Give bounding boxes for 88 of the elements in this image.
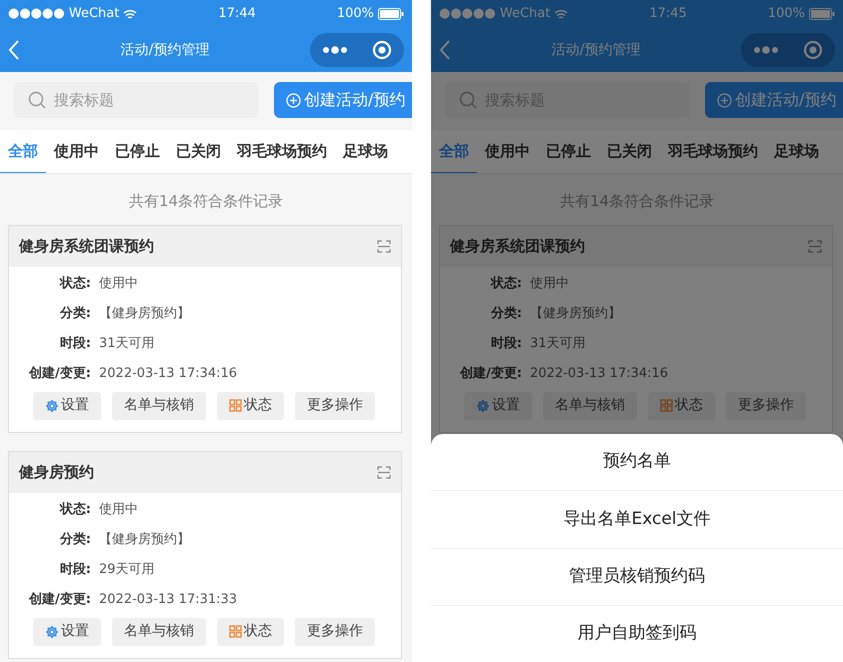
grid-icon	[660, 399, 673, 412]
field-label: 分类:	[58, 530, 92, 549]
grid-icon	[229, 399, 242, 412]
filter-tab[interactable]: 已关闭	[599, 130, 660, 173]
filter-tab[interactable]: 使用中	[46, 130, 107, 173]
expand-icon	[377, 240, 391, 252]
field-value: 31天可用	[530, 334, 586, 353]
wifi-icon	[554, 8, 568, 20]
action-button[interactable]: 名单与核销	[112, 392, 206, 420]
sheet-option[interactable]: 导出名单Excel文件	[431, 491, 843, 548]
action-button[interactable]: 设置	[464, 392, 532, 420]
action-button[interactable]: 设置	[33, 618, 101, 646]
field-label: 创建/变更:	[28, 590, 92, 609]
field-value: 29天可用	[99, 560, 155, 579]
plus-circle-icon	[286, 92, 301, 108]
filter-tab[interactable]: 足球场	[766, 130, 827, 173]
sheet-option[interactable]: 管理员核销预约码	[431, 548, 843, 606]
field-value: 【健身房预约】	[99, 530, 190, 549]
sheet-option[interactable]: 预约名单	[431, 434, 843, 492]
capsule-menu[interactable]	[741, 33, 835, 67]
field-label: 创建/变更:	[28, 364, 92, 383]
field-value: 2022-03-13 17:31:33	[99, 590, 238, 609]
back-button[interactable]	[8, 39, 20, 61]
filter-tab[interactable]: 羽毛球场预约	[660, 130, 766, 173]
field-label: 时段:	[58, 334, 92, 353]
filter-tab[interactable]: 已停止	[538, 130, 599, 173]
action-button[interactable]: 设置	[33, 392, 101, 420]
action-button[interactable]: 状态	[648, 392, 715, 420]
card-title: 健身房系统团课预约	[19, 236, 154, 257]
action-button[interactable]: 更多操作	[295, 392, 375, 420]
field-value: 使用中	[99, 274, 138, 293]
battery-icon	[378, 8, 404, 20]
capsule-menu[interactable]	[310, 33, 404, 67]
more-icon	[753, 46, 779, 54]
wifi-icon	[123, 8, 138, 20]
action-button[interactable]: 名单与核销	[543, 392, 637, 420]
filter-tab[interactable]: 足球场	[335, 130, 396, 173]
carrier-text: ●●●●● WeChat	[439, 5, 550, 24]
field-value: 31天可用	[99, 334, 155, 353]
card-title: 健身房系统团课预约	[450, 236, 585, 257]
plus-circle-icon	[717, 92, 732, 108]
more-icon	[322, 46, 348, 54]
record-count: 共有14条符合条件记录	[128, 191, 284, 212]
carrier-text: ●●●●● WeChat	[8, 5, 120, 24]
field-label: 状态:	[58, 500, 92, 519]
action-button[interactable]: 状态	[217, 392, 284, 420]
grid-icon	[229, 625, 242, 638]
action-button[interactable]: 名单与核销	[112, 618, 206, 646]
field-label: 分类:	[58, 304, 92, 323]
filter-tab[interactable]: 使用中	[477, 130, 538, 173]
search-field[interactable]: 搜索标题	[14, 82, 258, 118]
expand-icon	[808, 240, 822, 252]
action-button[interactable]: 更多操作	[295, 618, 375, 646]
page-title: 活动/预约管理	[552, 40, 640, 60]
action-button[interactable]: 更多操作	[726, 392, 806, 420]
field-label: 创建/变更:	[458, 364, 523, 383]
field-value: 【健身房预约】	[530, 304, 621, 323]
field-value: 2022-03-13 17:34:16	[99, 364, 238, 383]
page-title: 活动/预约管理	[120, 40, 210, 60]
field-label: 分类:	[490, 304, 523, 323]
close-icon	[372, 40, 392, 60]
back-button[interactable]	[439, 39, 451, 61]
field-label: 状态:	[58, 274, 92, 293]
close-icon	[803, 40, 823, 60]
back-icon	[439, 39, 451, 61]
battery-percent: 100%	[768, 5, 805, 24]
gear-icon	[45, 624, 59, 638]
status-time: 17:44	[218, 5, 256, 24]
field-value: 使用中	[99, 500, 138, 519]
filter-tab[interactable]: 已关闭	[168, 130, 229, 173]
field-label: 时段:	[490, 334, 523, 353]
filter-tab[interactable]: 已停止	[107, 130, 168, 173]
expand-icon	[377, 466, 391, 478]
status-time: 17:45	[649, 5, 687, 24]
gear-icon	[476, 398, 490, 412]
field-value: 【健身房预约】	[99, 304, 190, 323]
field-value: 使用中	[530, 274, 569, 293]
field-value: 2022-03-13 17:34:16	[530, 364, 668, 383]
filter-tab[interactable]: 羽毛球场预约	[229, 130, 335, 173]
field-label: 时段:	[58, 560, 92, 579]
action-button[interactable]: 状态	[217, 618, 284, 646]
battery-icon	[809, 8, 835, 20]
card-title: 健身房预约	[19, 462, 94, 483]
gear-icon	[45, 398, 59, 412]
back-icon	[8, 39, 20, 61]
field-label: 状态:	[489, 274, 523, 293]
sheet-option[interactable]: 用户自助签到码	[431, 606, 843, 662]
battery-percent: 100%	[336, 5, 374, 24]
